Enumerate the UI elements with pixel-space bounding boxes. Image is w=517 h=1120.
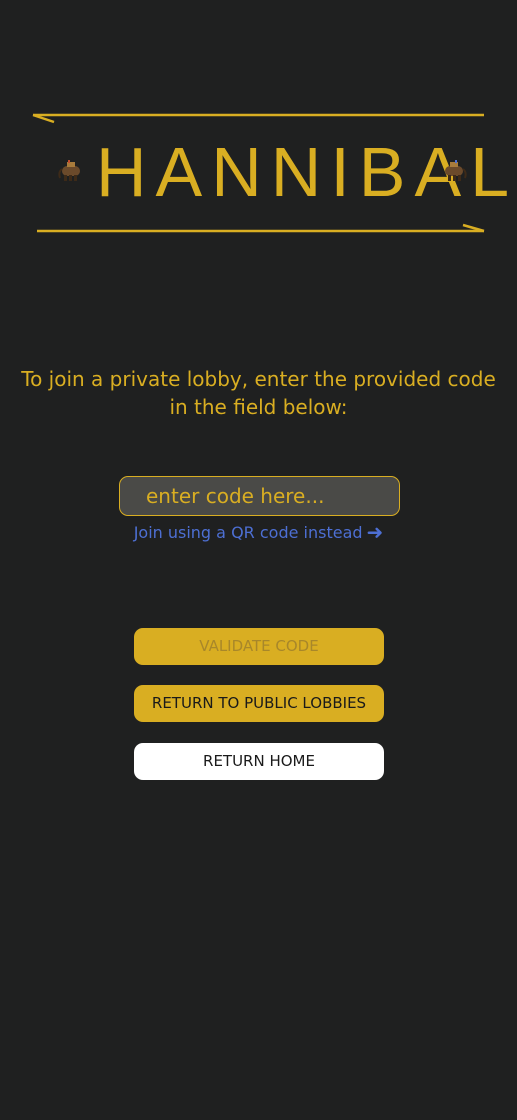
elephant-icon xyxy=(58,160,80,181)
join-instructions: To join a private lobby, enter the provi… xyxy=(21,367,496,419)
qr-link-label: Join using a QR code instead xyxy=(133,523,363,542)
return-home-button[interactable]: RETURN HOME xyxy=(134,743,384,780)
logo-title: HANNIBAL xyxy=(96,133,517,211)
join-with-qr-link[interactable]: Join using a QR code instead ➜ xyxy=(0,519,517,546)
return-to-public-lobbies-button[interactable]: RETURN TO PUBLIC LOBBIES xyxy=(134,685,384,722)
lobby-code-input[interactable] xyxy=(119,476,400,516)
join-private-lobby-page: HANNIBAL To join a private lobby, enter … xyxy=(0,0,517,1120)
elephant-icon xyxy=(445,160,467,181)
arrow-right-icon: ➜ xyxy=(366,520,384,544)
validate-code-button[interactable]: VALIDATE CODE xyxy=(134,628,384,665)
hannibal-logo: HANNIBAL xyxy=(0,0,517,260)
